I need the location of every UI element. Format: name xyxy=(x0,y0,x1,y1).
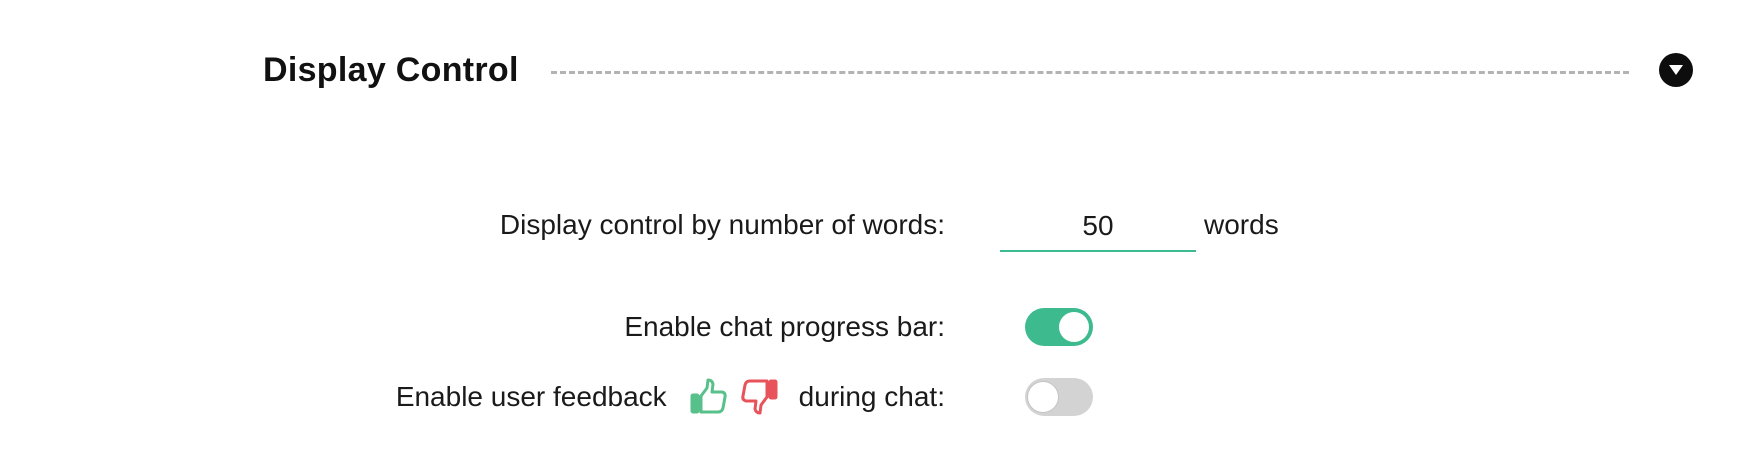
word-limit-label: Display control by number of words: xyxy=(499,209,945,240)
section-title: Display Control xyxy=(263,50,519,89)
user-feedback-label-before: Enable user feedback xyxy=(395,381,667,412)
toggle-knob xyxy=(1028,382,1058,412)
chat-progress-toggle[interactable] xyxy=(1025,308,1093,346)
toggle-knob xyxy=(1059,312,1089,342)
section-divider xyxy=(550,70,1629,74)
word-limit-control: words xyxy=(1000,200,1279,252)
word-limit-unit: words xyxy=(1204,209,1279,240)
display-control-page: Display Control Display control by numbe… xyxy=(0,0,1745,471)
collapse-button[interactable] xyxy=(1659,53,1693,87)
chat-progress-label: Enable chat progress bar: xyxy=(624,311,945,342)
section-header: Display Control xyxy=(263,40,1693,100)
user-feedback-control xyxy=(1005,372,1093,422)
word-limit-row: Display control by number of words: word… xyxy=(0,200,1745,252)
user-feedback-row: Enable user feedback during chat: xyxy=(0,372,1745,422)
word-limit-input[interactable] xyxy=(1000,206,1196,252)
user-feedback-label: Enable user feedback during chat: xyxy=(396,372,945,422)
user-feedback-toggle[interactable] xyxy=(1025,378,1093,416)
user-feedback-label-after: during chat: xyxy=(798,381,945,412)
thumbs-up-icon xyxy=(689,377,729,417)
caret-down-icon xyxy=(1669,65,1683,75)
thumbs-down-icon xyxy=(739,377,779,417)
chat-progress-control xyxy=(1005,302,1093,352)
chat-progress-row: Enable chat progress bar: xyxy=(0,302,1745,352)
